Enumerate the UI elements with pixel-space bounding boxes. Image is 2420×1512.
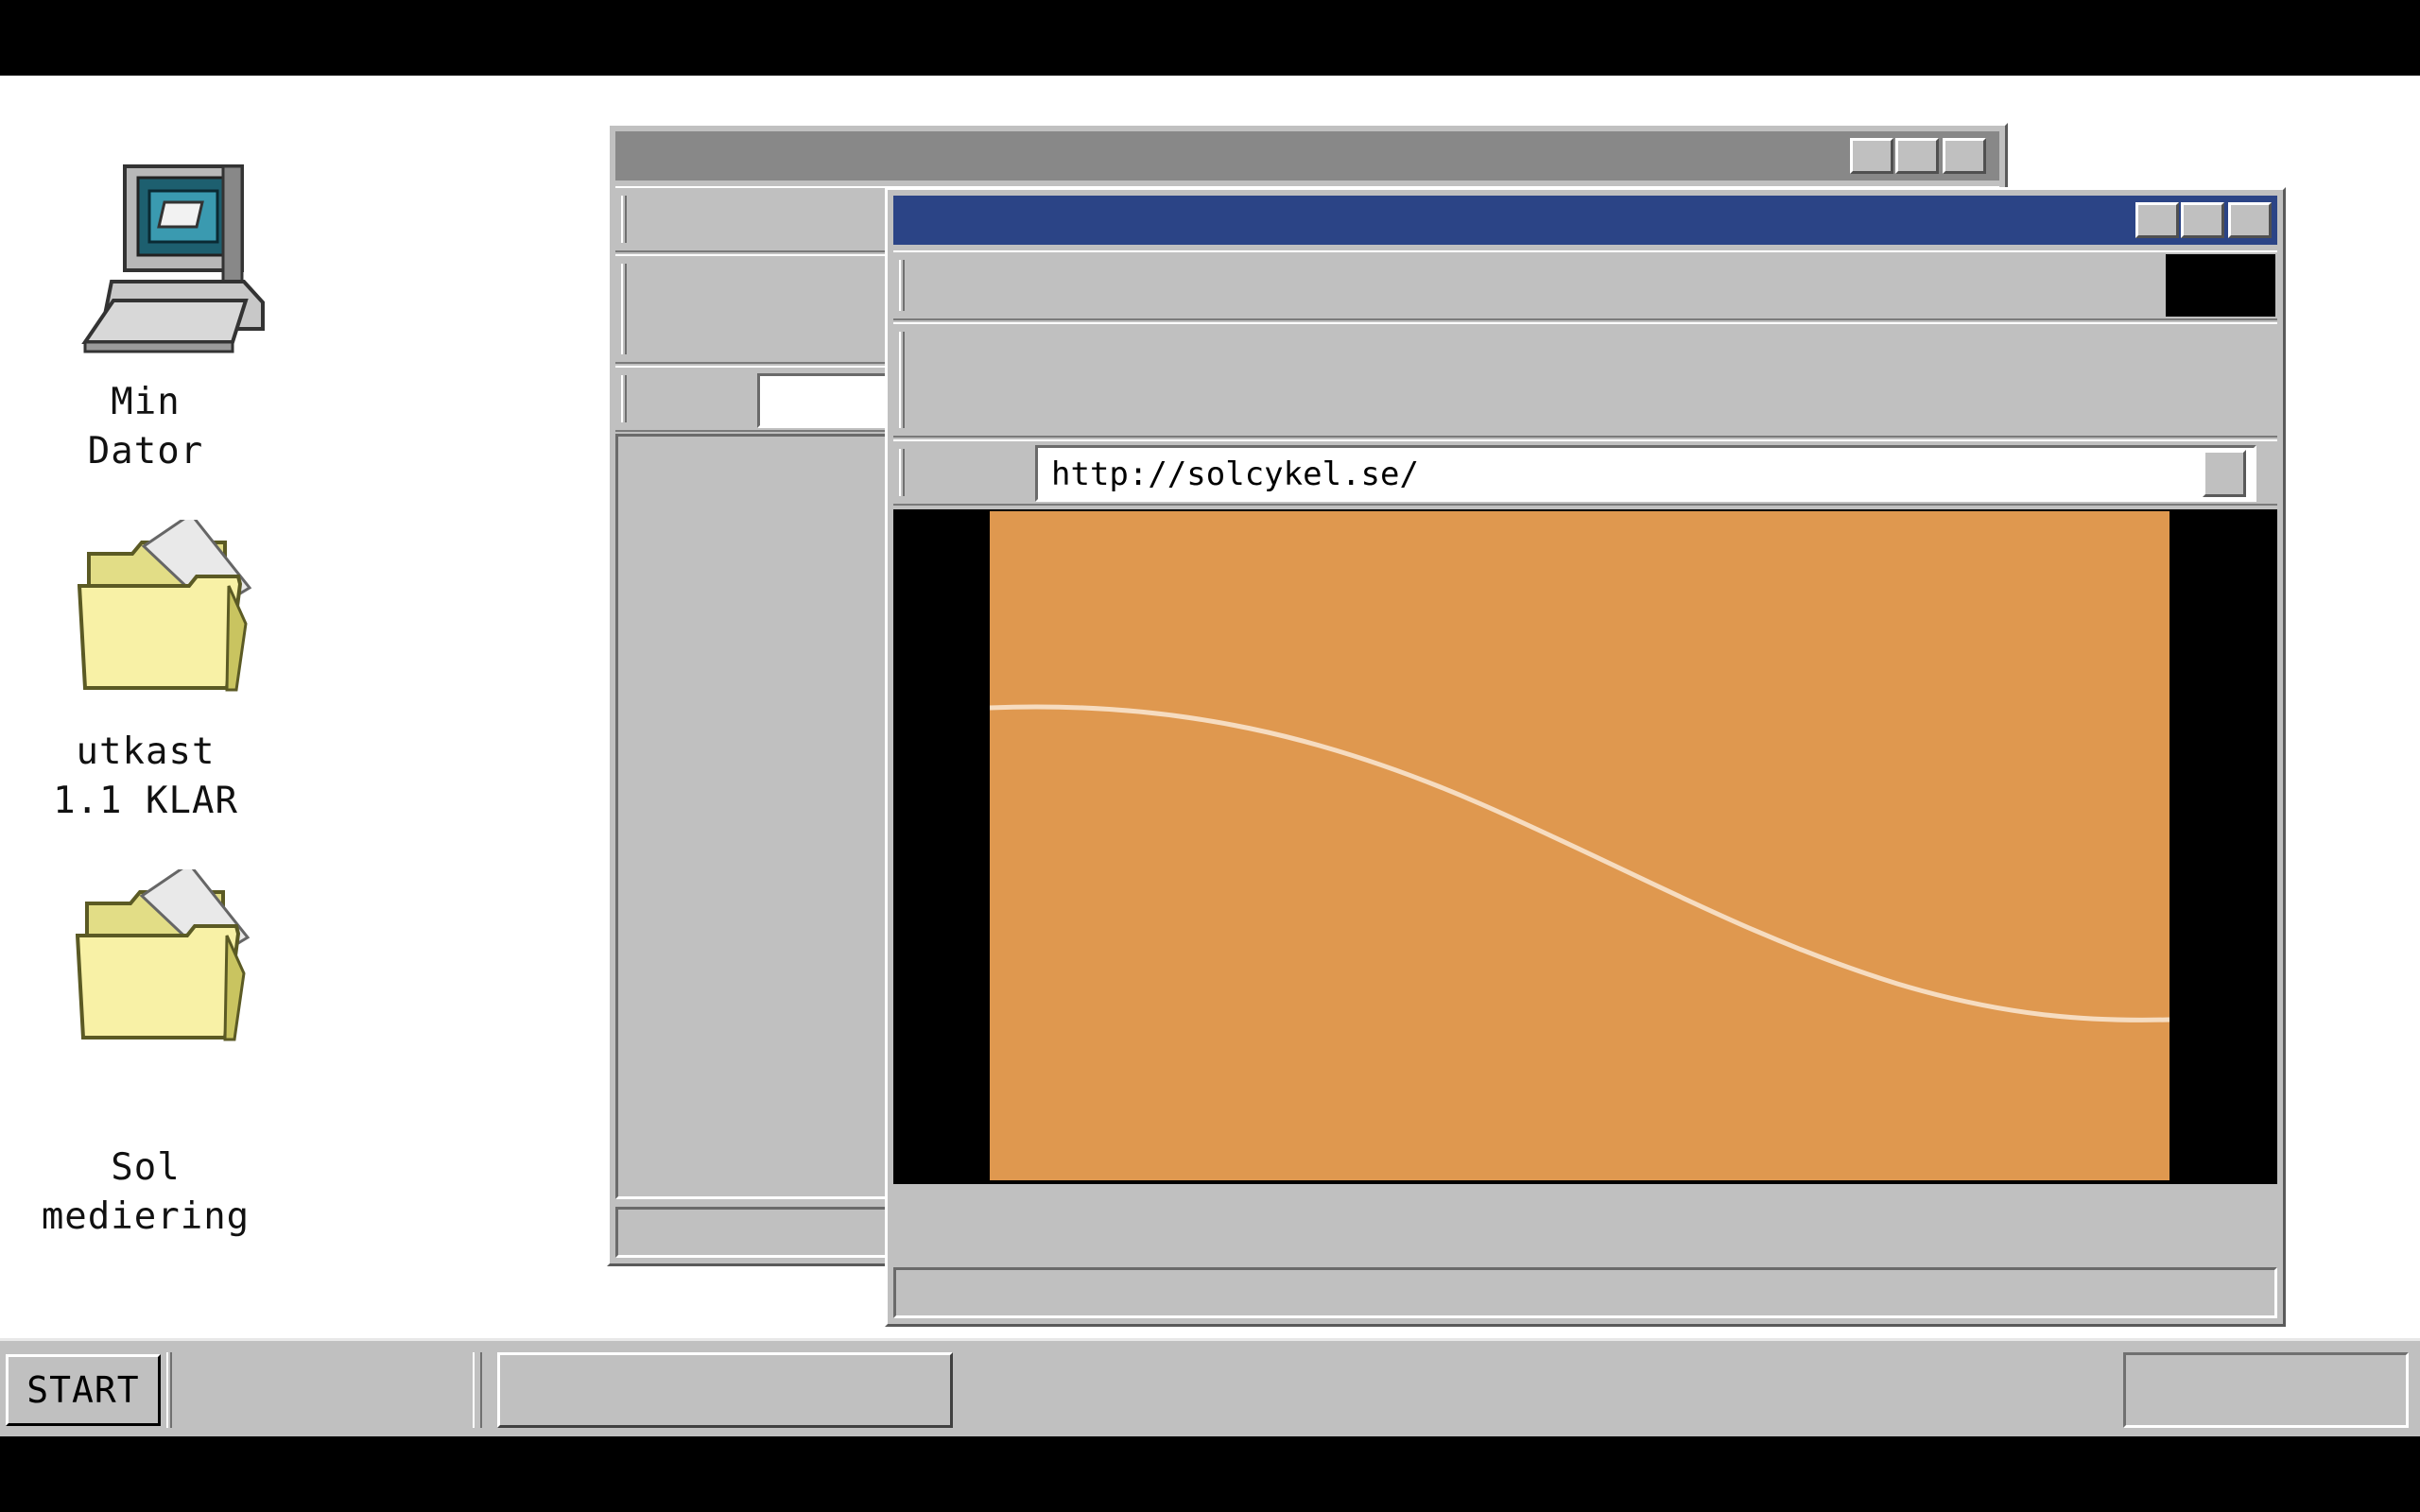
browser-title-bar[interactable] — [893, 196, 2277, 245]
background-window-title-bar[interactable] — [615, 131, 1999, 180]
toolbar-grip[interactable] — [899, 449, 905, 496]
start-button[interactable]: START — [6, 1354, 161, 1426]
browser-toolbar-band — [893, 322, 2277, 438]
toolbar-grip[interactable] — [899, 260, 905, 311]
taskbar-separator — [166, 1352, 172, 1428]
icon-label-utkast: utkast 1.1 KLAR — [53, 730, 238, 822]
toolbar-grip[interactable] — [621, 375, 627, 422]
toolbar-grip[interactable] — [899, 332, 905, 428]
address-text: http://solcykel.se/ — [1051, 455, 1419, 493]
browser-status-bar — [893, 1267, 2277, 1318]
sun-path-curve — [990, 704, 2169, 1022]
taskbar-window-button[interactable] — [497, 1352, 953, 1428]
browser-viewport — [893, 509, 2277, 1184]
desktop-icon-my-computer[interactable]: Min Dator — [51, 161, 297, 472]
address-dropdown-button[interactable] — [2203, 450, 2246, 497]
folder-icon — [76, 869, 251, 1041]
system-tray — [2123, 1352, 2409, 1428]
maximize-button[interactable] — [2181, 202, 2224, 238]
folder-icon — [78, 520, 252, 692]
close-button[interactable] — [1943, 138, 1986, 174]
minimize-button[interactable] — [1850, 138, 1893, 174]
close-button[interactable] — [2228, 202, 2272, 238]
desktop-icon-sol-mediering[interactable]: Sol mediering — [42, 869, 297, 1238]
maximize-button[interactable] — [1895, 138, 1939, 174]
computer-icon — [81, 164, 265, 353]
icon-label-sol-mediering: Sol mediering — [41, 1146, 251, 1238]
taskbar: START — [0, 1338, 2420, 1436]
throbber-logo — [2166, 254, 2275, 317]
desktop: Min Dator utkast 1.1 KLAR Sol mediering — [0, 76, 2420, 1338]
icon-label-my-computer: Min Dator — [87, 381, 204, 472]
toolbar-grip[interactable] — [621, 264, 627, 354]
browser-menu-band — [893, 250, 2277, 320]
browser-address-band: http://solcykel.se/ — [893, 439, 2277, 506]
minimize-button[interactable] — [2135, 202, 2179, 238]
taskbar-grip[interactable] — [473, 1352, 482, 1428]
browser-window[interactable]: http://solcykel.se/ — [885, 187, 2286, 1327]
toolbar-grip[interactable] — [621, 196, 627, 243]
solar-canvas[interactable] — [990, 511, 2169, 1180]
address-input[interactable]: http://solcykel.se/ — [1035, 445, 2256, 502]
desktop-icon-utkast[interactable]: utkast 1.1 KLAR — [51, 520, 297, 822]
